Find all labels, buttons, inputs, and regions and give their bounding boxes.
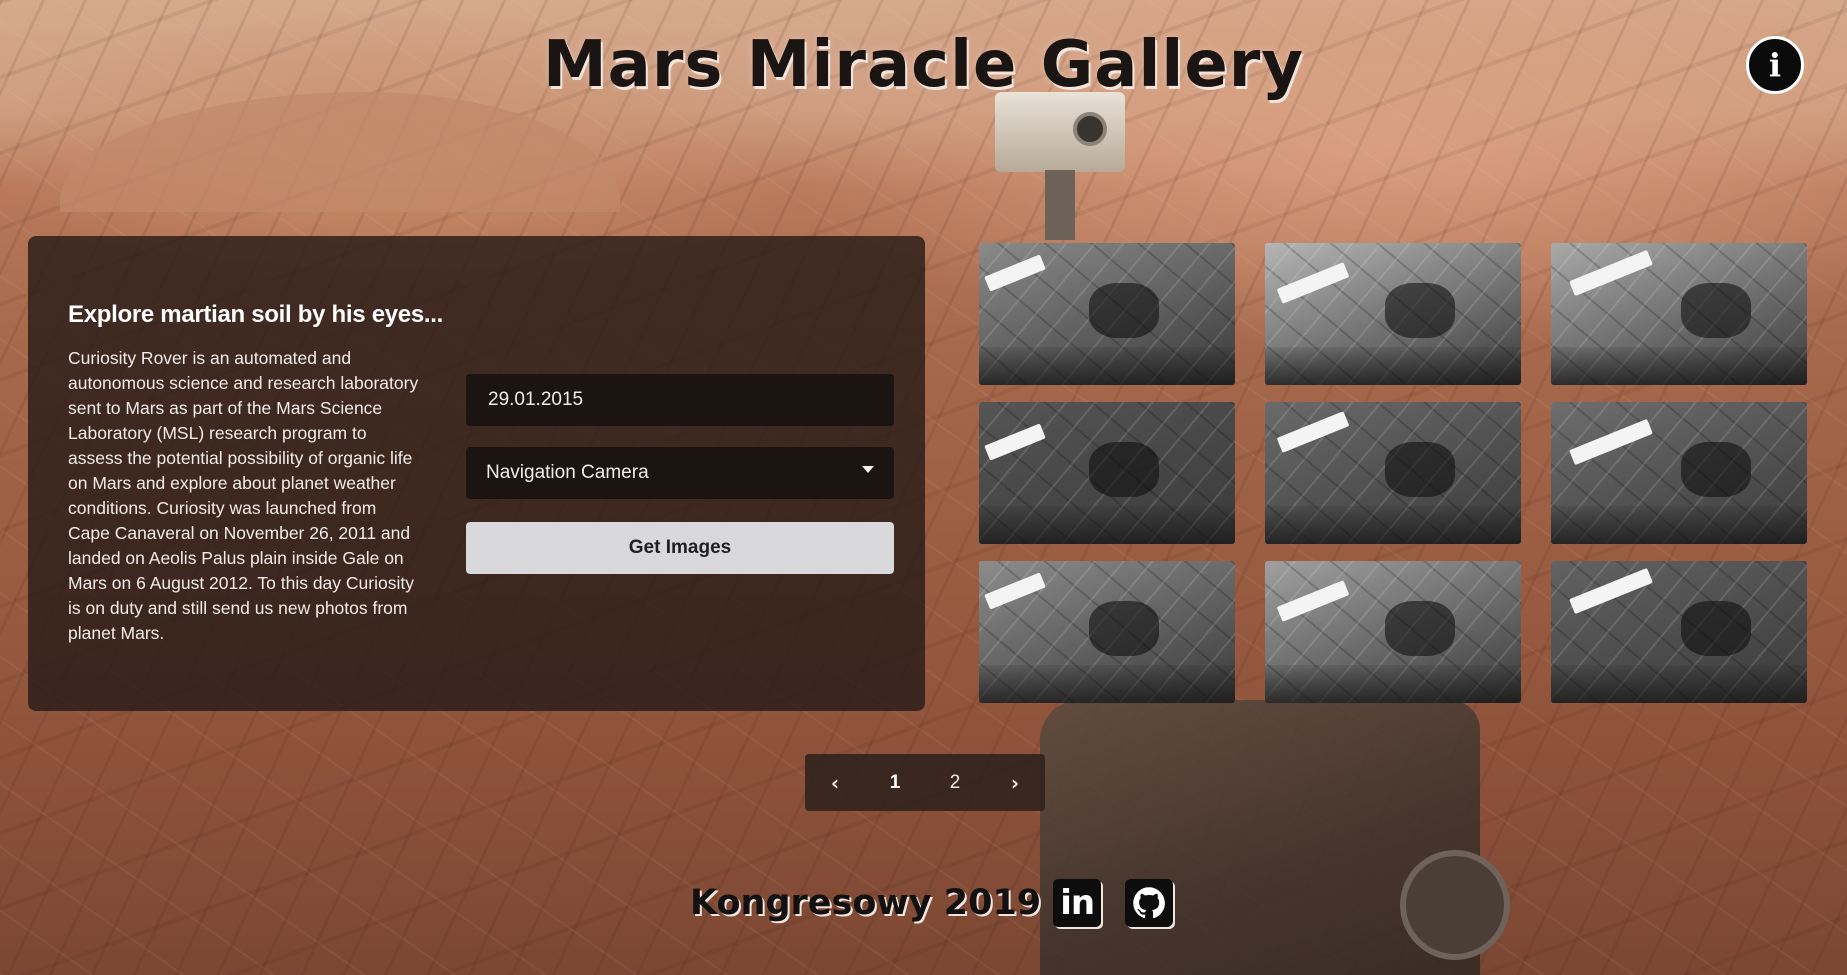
github-icon[interactable] <box>1125 878 1174 927</box>
panel-description: Curiosity Rover is an automated and auto… <box>68 348 419 643</box>
page-title: Mars Miracle Gallery <box>542 28 1305 102</box>
info-button[interactable]: i <box>1746 36 1804 94</box>
rover-mast <box>1045 170 1075 240</box>
pagination: ‹ 1 2 › <box>805 754 1045 811</box>
page-1-button[interactable]: 1 <box>865 754 925 811</box>
gallery-thumbnail[interactable] <box>1551 402 1807 544</box>
github-logo <box>1133 886 1166 918</box>
date-input[interactable] <box>466 374 894 426</box>
caret-down-icon <box>862 466 874 473</box>
gallery-thumbnail[interactable] <box>1265 402 1521 544</box>
search-panel: Explore martian soil by his eyes... Curi… <box>28 236 925 711</box>
panel-heading: Explore martian soil by his eyes... <box>68 301 443 328</box>
linkedin-icon[interactable]: in <box>1053 878 1102 927</box>
info-icon: i <box>1768 46 1782 84</box>
gallery-thumbnail[interactable] <box>979 243 1235 385</box>
get-images-button[interactable]: Get Images <box>466 522 894 574</box>
prev-page-button[interactable]: ‹ <box>805 754 865 811</box>
background-hill <box>60 92 620 212</box>
image-gallery <box>979 243 1807 703</box>
footer: Kongresowy 2019 in <box>690 875 1174 930</box>
gallery-thumbnail[interactable] <box>1551 243 1807 385</box>
gallery-thumbnail[interactable] <box>1265 243 1521 385</box>
camera-select-value: Navigation Camera <box>486 462 649 483</box>
page-2-button[interactable]: 2 <box>925 754 985 811</box>
chevron-left-icon: ‹ <box>830 770 840 795</box>
gallery-thumbnail[interactable] <box>979 561 1235 703</box>
gallery-thumbnail[interactable] <box>979 402 1235 544</box>
gallery-thumbnail[interactable] <box>1265 561 1521 703</box>
rover-wheel <box>1400 850 1510 960</box>
rover-camera-head <box>995 92 1125 172</box>
gallery-thumbnail[interactable] <box>1551 561 1807 703</box>
chevron-right-icon: › <box>1010 770 1020 795</box>
camera-select[interactable]: Navigation Camera <box>466 447 894 499</box>
next-page-button[interactable]: › <box>985 754 1045 811</box>
rover-lens <box>1073 112 1107 146</box>
footer-text: Kongresowy 2019 <box>690 882 1042 923</box>
